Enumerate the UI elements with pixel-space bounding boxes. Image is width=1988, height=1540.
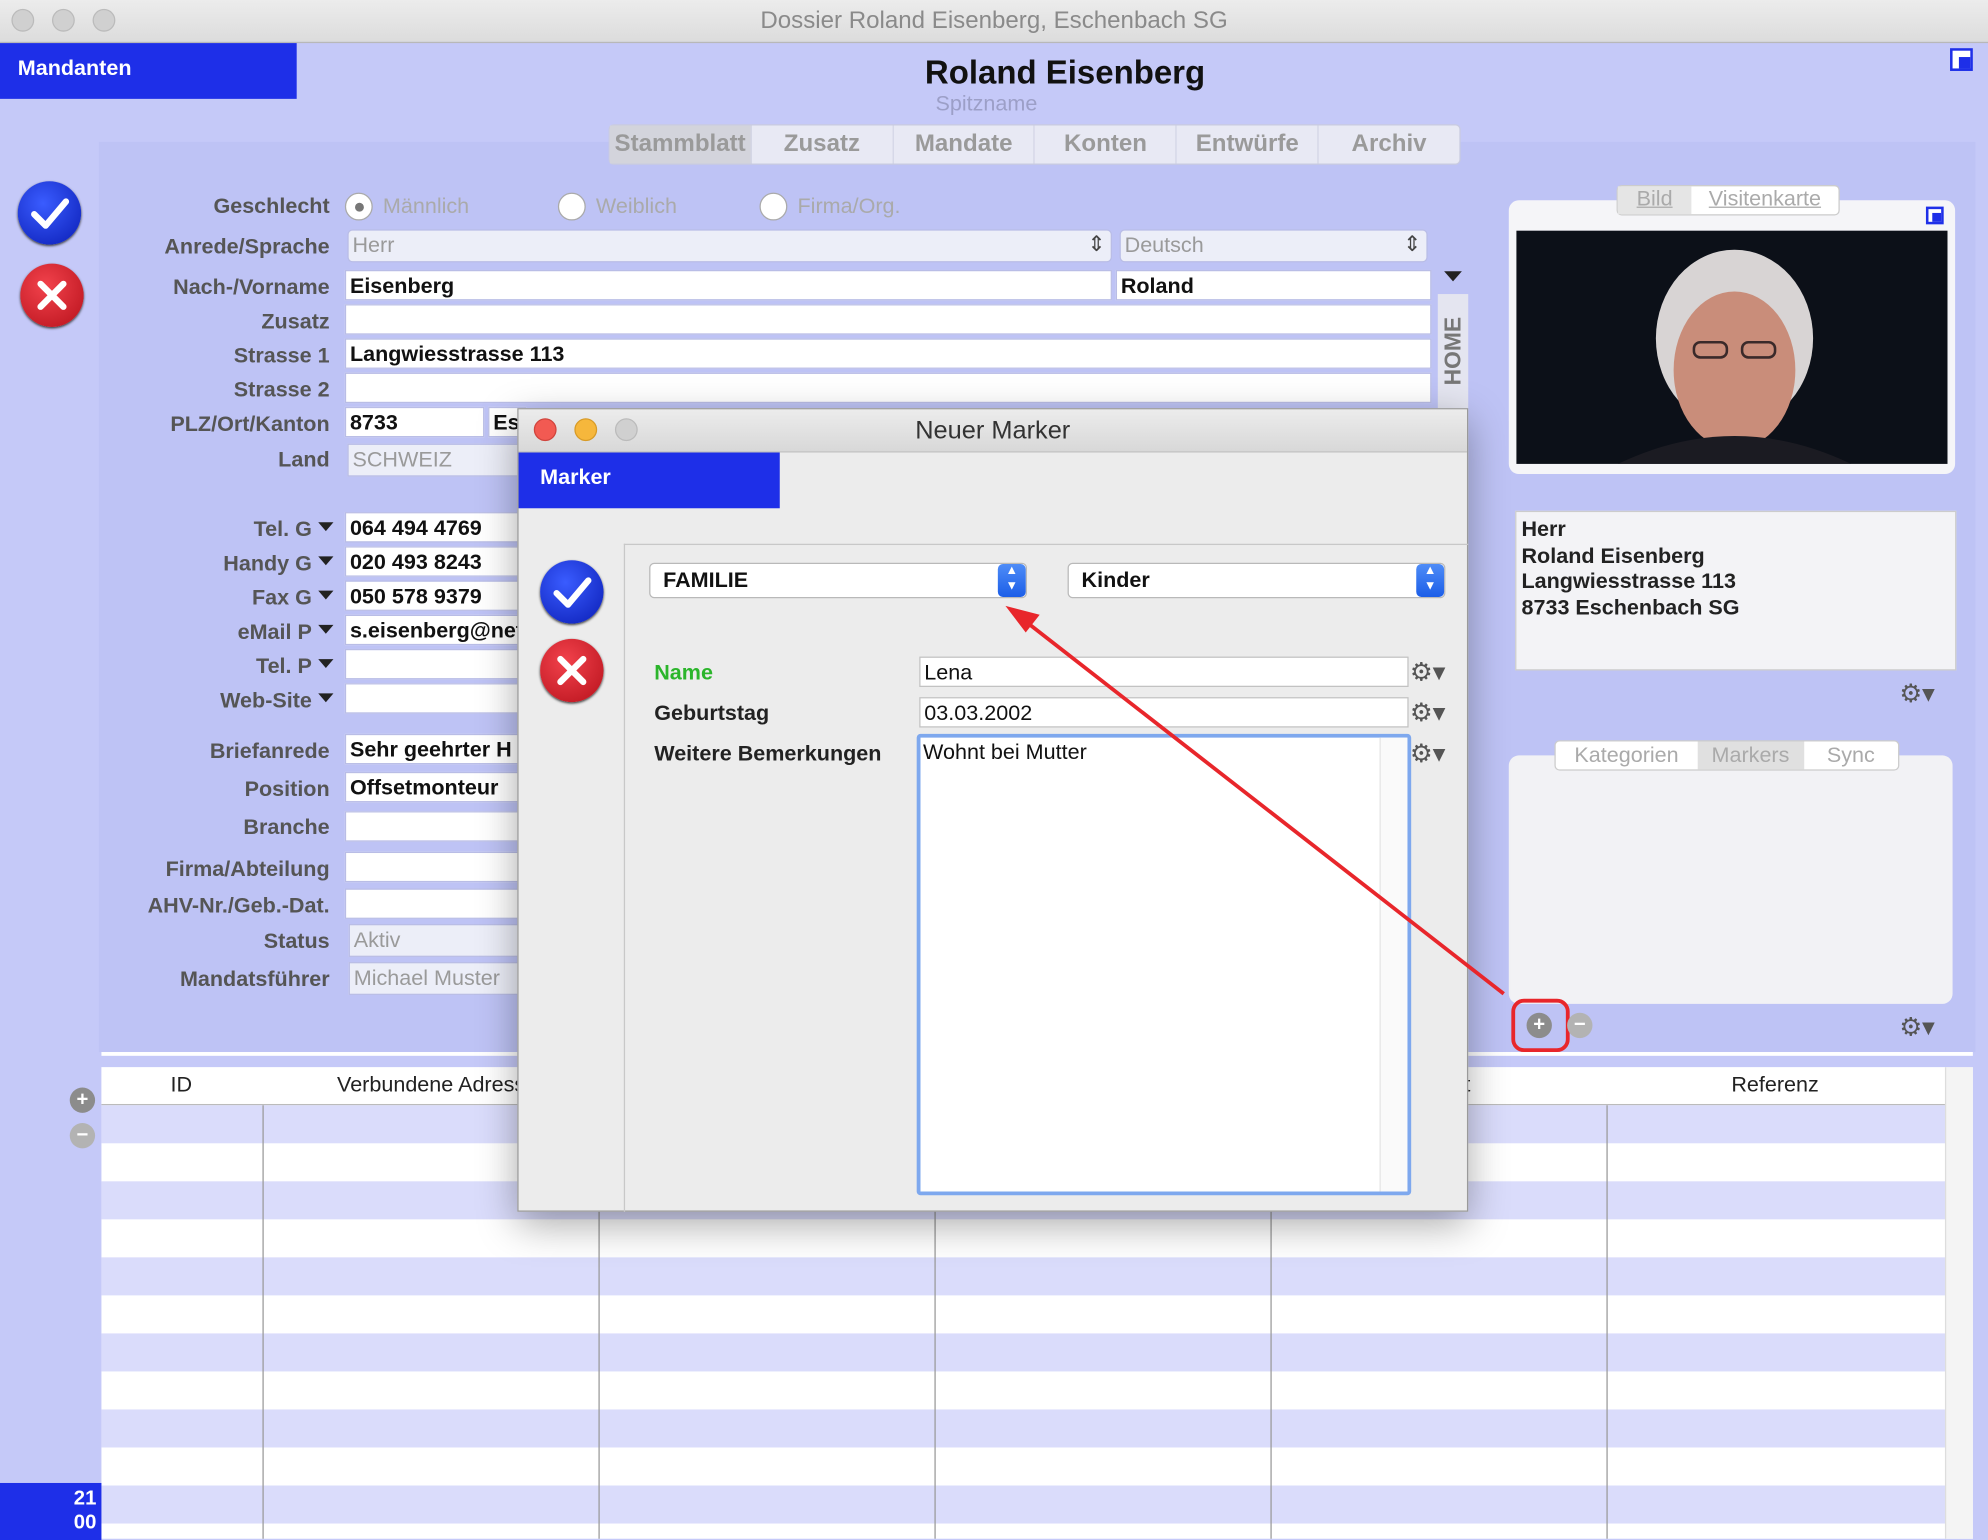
annotation-arrow [1005,605,1505,996]
